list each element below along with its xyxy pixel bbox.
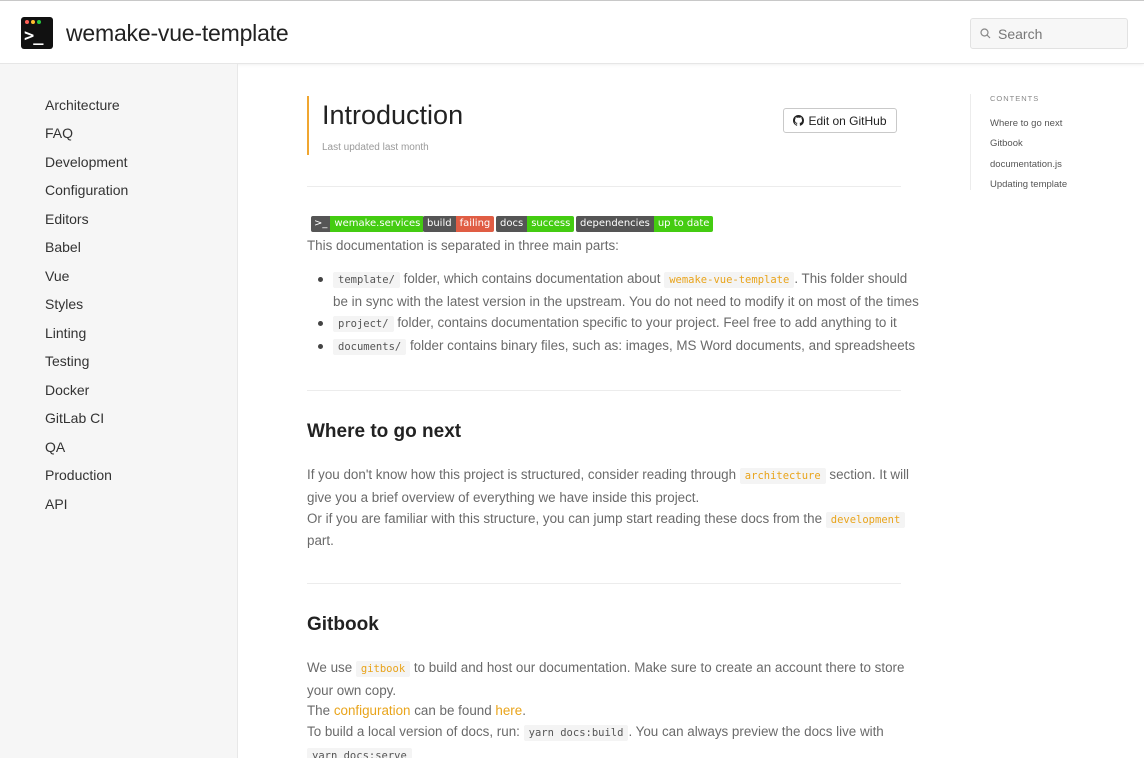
sidebar-item-faq[interactable]: FAQ: [45, 124, 73, 142]
list-item-template-cont: be in sync with the latest version in th…: [333, 294, 919, 309]
sidebar-item-vue[interactable]: Vue: [45, 267, 69, 285]
badge-wemake-services[interactable]: >_ wemake.services: [311, 216, 425, 232]
badge-docs[interactable]: docs success: [496, 216, 575, 232]
sidebar-item-linting[interactable]: Linting: [45, 324, 86, 342]
toc-item-updating-template[interactable]: Updating template: [990, 179, 1067, 191]
gitbook-p1-cont: your own copy.: [307, 683, 397, 698]
table-of-contents: CONTENTS Where to go next Gitbook docume…: [970, 94, 1144, 190]
sidebar-item-production[interactable]: Production: [45, 466, 112, 484]
gitbook-p3: To build a local version of docs, run: y…: [307, 724, 884, 741]
configuration-link[interactable]: configuration: [334, 703, 411, 718]
search-input[interactable]: [998, 24, 1123, 44]
search-icon: [980, 28, 991, 39]
sidebar-item-docker[interactable]: Docker: [45, 381, 89, 399]
divider: [307, 186, 901, 187]
sidebar-item-testing[interactable]: Testing: [45, 352, 89, 370]
sidebar-item-api[interactable]: API: [45, 495, 68, 513]
site-title[interactable]: wemake-vue-template: [66, 18, 289, 48]
intro-lead: This documentation is separated in three…: [307, 238, 619, 253]
gitbook-p1: We use gitbook to build and host our doc…: [307, 660, 905, 677]
bullet: [318, 321, 323, 326]
where-next-p2-cont: part.: [307, 533, 334, 548]
sidebar-item-editors[interactable]: Editors: [45, 210, 89, 228]
page-title: Introduction: [322, 100, 464, 130]
badge-dependencies[interactable]: dependencies up to date: [576, 216, 714, 232]
edit-on-github-label: Edit on GitHub: [808, 113, 887, 128]
sidebar-item-architecture[interactable]: Architecture: [45, 96, 120, 114]
divider: [307, 390, 901, 391]
toc-item-gitbook[interactable]: Gitbook: [990, 138, 1023, 150]
heading-gitbook: Gitbook: [307, 614, 379, 635]
gitbook-p3-cont: yarn docs:serve: [307, 745, 412, 758]
list-item-project: project/ folder, contains documentation …: [333, 313, 897, 334]
sidebar-item-qa[interactable]: QA: [45, 438, 65, 456]
list-item-template: template/ folder, which contains documen…: [333, 269, 907, 290]
search-box[interactable]: [970, 18, 1128, 49]
top-header: >_ wemake-vue-template: [0, 0, 1144, 64]
main-content: Introduction Last updated last month Edi…: [238, 64, 968, 758]
sidebar-item-styles[interactable]: Styles: [45, 295, 83, 313]
heading-where-to-go-next: Where to go next: [307, 421, 462, 442]
yellow-dot-icon: [31, 20, 35, 24]
terminal-logo-icon[interactable]: >_: [21, 17, 53, 49]
github-icon: [793, 115, 805, 126]
toc-title: CONTENTS: [990, 94, 1040, 103]
bullet: [318, 344, 323, 349]
sidebar-item-development[interactable]: Development: [45, 153, 128, 171]
title-accent-bar: [307, 96, 309, 155]
sidebar-item-gitlab-ci[interactable]: GitLab CI: [45, 409, 104, 427]
red-dot-icon: [25, 20, 29, 24]
sidebar-item-configuration[interactable]: Configuration: [45, 181, 128, 199]
last-updated: Last updated last month: [322, 142, 429, 153]
bullet: [318, 277, 323, 282]
list-item-documents: documents/ folder contains binary files,…: [333, 336, 915, 357]
gitbook-p2: The configuration can be found here.: [307, 703, 526, 718]
toc-item-where-to-go-next[interactable]: Where to go next: [990, 118, 1062, 130]
sidebar: Architecture FAQ Development Configurati…: [0, 64, 238, 758]
where-next-p2: Or if you are familiar with this structu…: [307, 509, 906, 530]
here-link[interactable]: here: [495, 703, 522, 718]
where-next-p1: If you don't know how this project is st…: [307, 467, 910, 484]
badge-build[interactable]: build failing: [423, 216, 495, 232]
sidebar-item-babel[interactable]: Babel: [45, 238, 81, 256]
toc-item-documentation-js[interactable]: documentation.js: [990, 159, 1062, 171]
where-next-p1-cont: give you a brief overview of everything …: [307, 490, 700, 505]
green-dot-icon: [37, 20, 41, 24]
divider: [307, 583, 901, 584]
edit-on-github-button[interactable]: Edit on GitHub: [783, 108, 897, 133]
